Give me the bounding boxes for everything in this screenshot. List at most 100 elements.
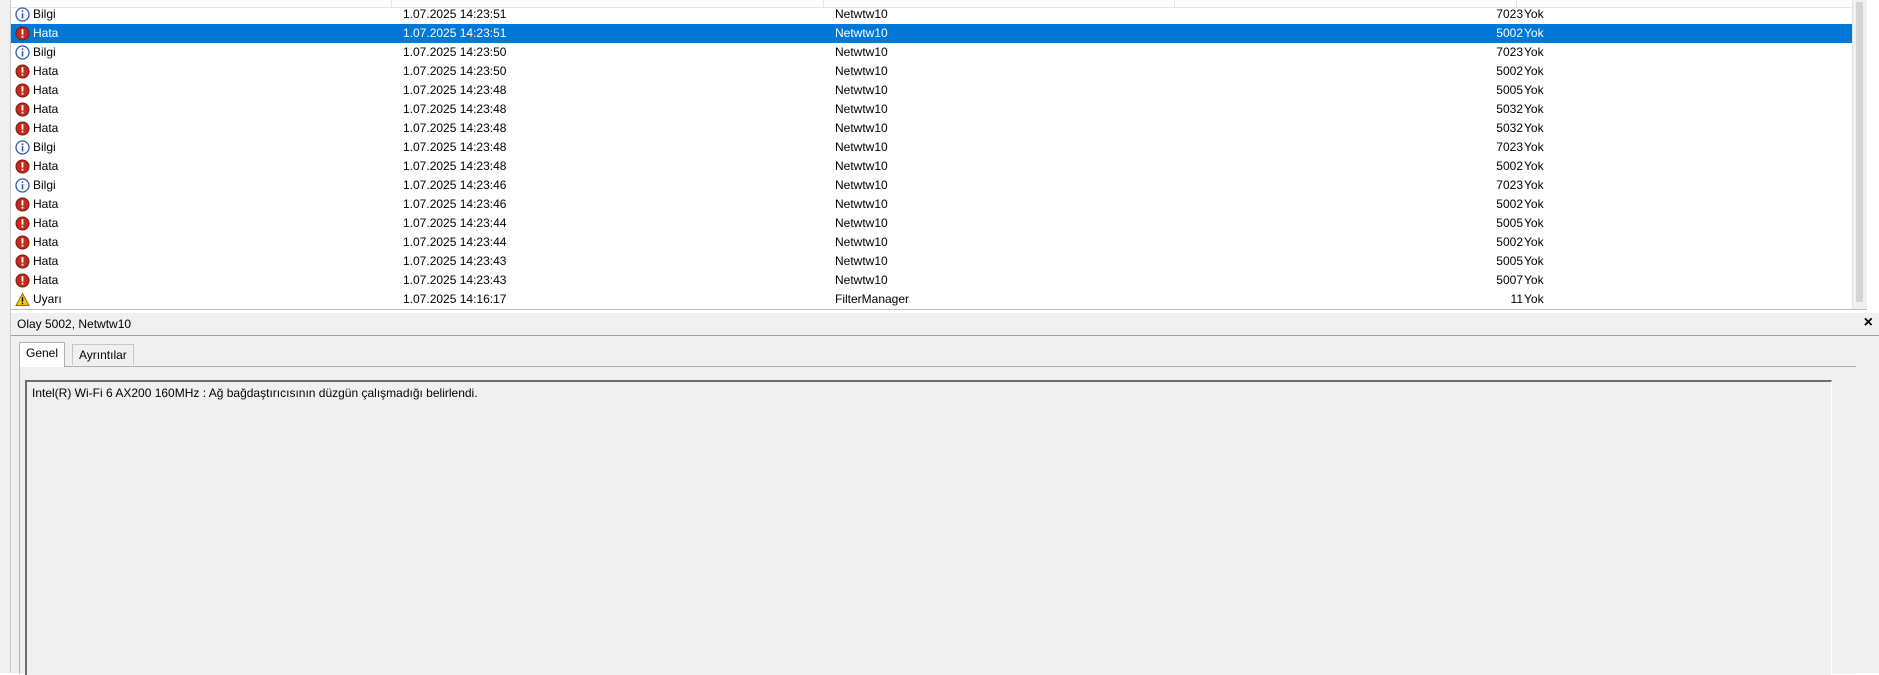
task-category-cell: Yok [1524,273,1544,287]
event-id-cell: 5002 [1496,159,1523,173]
tab-details[interactable]: Ayrıntılar [72,344,134,365]
task-category-cell: Yok [1524,26,1544,40]
table-row[interactable]: Hata 1.07.2025 14:23:43 Netwtw10 5007 Yok [11,271,1867,290]
info-icon [15,45,30,60]
event-id-cell: 5005 [1496,216,1523,230]
error-icon [15,83,30,98]
level-cell: Hata [33,83,59,97]
info-icon [15,140,30,155]
table-row[interactable]: Hata 1.07.2025 14:23:48 Netwtw10 5005 Yok [11,81,1867,100]
task-category-cell: Yok [1524,45,1544,59]
task-category-cell: Yok [1524,7,1544,21]
event-detail-header: Olay 5002, Netwtw10 × [11,313,1879,336]
source-cell: Netwtw10 [835,197,888,211]
event-list[interactable]: Bilgi 1.07.2025 14:23:51 Netwtw10 7023 Yok Ha… [11,0,1867,310]
source-cell: Netwtw10 [835,45,888,59]
level-cell: Hata [33,121,59,135]
vertical-scrollbar[interactable] [1852,0,1867,309]
date-cell: 1.07.2025 14:23:48 [403,140,507,154]
table-row[interactable]: Bilgi 1.07.2025 14:23:50 Netwtw10 7023 Yok [11,43,1867,62]
source-cell: FilterManager [835,292,910,306]
date-cell: 1.07.2025 14:23:48 [403,83,507,97]
event-id-cell: 5007 [1496,273,1523,287]
level-cell: Hata [33,235,59,249]
event-message: Intel(R) Wi-Fi 6 AX200 160MHz : Ağ bağda… [32,386,478,400]
level-cell: Bilgi [33,45,56,59]
table-row[interactable]: Bilgi 1.07.2025 14:23:48 Netwtw10 7023 Yok [11,138,1867,157]
source-cell: Netwtw10 [835,26,888,40]
info-icon [15,178,30,193]
task-category-cell: Yok [1524,254,1544,268]
event-id-cell: 5005 [1496,83,1523,97]
event-message-box[interactable]: Intel(R) Wi-Fi 6 AX200 160MHz : Ağ bağda… [25,380,1832,675]
date-cell: 1.07.2025 14:23:51 [403,7,507,21]
event-id-cell: 7023 [1496,7,1523,21]
source-cell: Netwtw10 [835,121,888,135]
event-id-cell: 5005 [1496,254,1523,268]
date-cell: 1.07.2025 14:23:46 [403,178,507,192]
table-row[interactable]: Hata 1.07.2025 14:23:51 Netwtw10 5002 Yok [11,24,1867,43]
date-cell: 1.07.2025 14:23:48 [403,121,507,135]
source-cell: Netwtw10 [835,216,888,230]
event-id-cell: 7023 [1496,178,1523,192]
error-icon [15,102,30,117]
table-row[interactable]: Hata 1.07.2025 14:23:48 Netwtw10 5032 Yok [11,119,1867,138]
date-cell: 1.07.2025 14:23:50 [403,64,507,78]
task-category-cell: Yok [1524,235,1544,249]
event-detail-title: Olay 5002, Netwtw10 [17,317,132,331]
error-icon [15,216,30,231]
date-cell: 1.07.2025 14:23:51 [403,26,507,40]
table-row[interactable]: Hata 1.07.2025 14:23:48 Netwtw10 5002 Yok [11,157,1867,176]
source-cell: Netwtw10 [835,7,888,21]
task-category-cell: Yok [1524,178,1544,192]
task-category-cell: Yok [1524,102,1544,116]
level-cell: Hata [33,159,59,173]
level-cell: Bilgi [33,140,56,154]
task-category-cell: Yok [1524,292,1544,306]
table-row[interactable]: Bilgi 1.07.2025 14:23:51 Netwtw10 7023 Yok [11,5,1867,24]
error-icon [15,121,30,136]
level-cell: Hata [33,64,59,78]
tab-general[interactable]: Genel [19,342,66,367]
error-icon [15,159,30,174]
scrollbar-thumb[interactable] [1856,2,1863,302]
task-category-cell: Yok [1524,83,1544,97]
event-id-cell: 5032 [1496,121,1523,135]
close-icon[interactable]: × [1864,314,1873,332]
event-detail-pane: Genel Ayrıntılar Intel(R) Wi-Fi 6 AX200 … [11,336,1879,675]
date-cell: 1.07.2025 14:23:46 [403,197,507,211]
source-cell: Netwtw10 [835,159,888,173]
table-row[interactable]: Hata 1.07.2025 14:23:44 Netwtw10 5005 Yok [11,214,1867,233]
level-cell: Hata [33,26,59,40]
table-row[interactable]: Hata 1.07.2025 14:23:44 Netwtw10 5002 Yok [11,233,1867,252]
task-category-cell: Yok [1524,216,1544,230]
event-id-cell: 7023 [1496,45,1523,59]
event-id-cell: 5002 [1496,197,1523,211]
table-row[interactable]: Uyarı 1.07.2025 14:16:17 FilterManager 11 Yo… [11,290,1867,309]
date-cell: 1.07.2025 14:23:43 [403,254,507,268]
table-row[interactable]: Bilgi 1.07.2025 14:23:46 Netwtw10 7023 Yok [11,176,1867,195]
table-row[interactable]: Hata 1.07.2025 14:23:43 Netwtw10 5005 Yok [11,252,1867,271]
date-cell: 1.07.2025 14:23:44 [403,235,507,249]
table-row[interactable]: Hata 1.07.2025 14:23:46 Netwtw10 5002 Yok [11,195,1867,214]
source-cell: Netwtw10 [835,140,888,154]
error-icon [15,197,30,212]
table-row[interactable]: Hata 1.07.2025 14:23:50 Netwtw10 5002 Yok [11,62,1867,81]
task-category-cell: Yok [1524,121,1544,135]
event-id-cell: 5002 [1496,64,1523,78]
source-cell: Netwtw10 [835,235,888,249]
source-cell: Netwtw10 [835,178,888,192]
error-icon [15,273,30,288]
date-cell: 1.07.2025 14:23:43 [403,273,507,287]
event-id-cell: 5002 [1496,26,1523,40]
error-icon [15,254,30,269]
event-id-cell: 7023 [1496,140,1523,154]
source-cell: Netwtw10 [835,254,888,268]
date-cell: 1.07.2025 14:23:48 [403,159,507,173]
error-icon [15,64,30,79]
date-cell: 1.07.2025 14:23:44 [403,216,507,230]
level-cell: Hata [33,273,59,287]
error-icon [15,235,30,250]
event-id-cell: 5032 [1496,102,1523,116]
table-row[interactable]: Hata 1.07.2025 14:23:48 Netwtw10 5032 Yok [11,100,1867,119]
